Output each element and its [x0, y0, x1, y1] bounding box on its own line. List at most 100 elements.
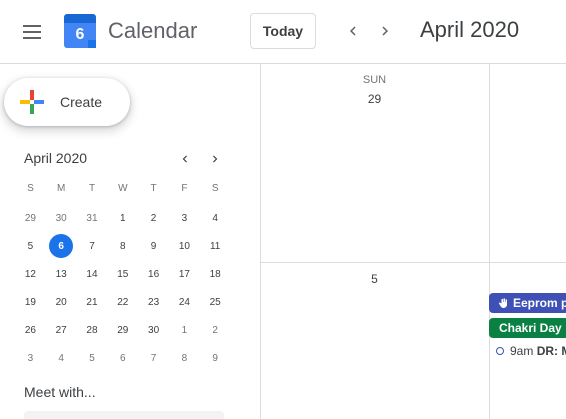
mini-calendar-week-row: 12 13 14 15 16 17 18 [15, 260, 231, 288]
mini-calendar-grid: S M T W T F S 29 30 31 1 2 3 4 5 6 7 8 9 10 11 12 13 14 1… [15, 176, 231, 372]
mini-calendar-day-number: 13 [55, 268, 67, 280]
mini-calendar-day[interactable]: 20 [46, 288, 77, 316]
mini-calendar-day[interactable]: 12 [15, 260, 46, 288]
mini-calendar-day-number: 8 [120, 240, 126, 252]
mini-calendar-month: April 2020 [24, 150, 88, 166]
mini-calendar-next-button[interactable] [204, 148, 226, 170]
mini-calendar-day[interactable]: 15 [107, 260, 138, 288]
mini-calendar-day-number: 15 [117, 268, 129, 280]
mini-calendar-day[interactable]: 29 [107, 316, 138, 344]
chevron-left-icon [182, 155, 187, 163]
mini-calendar-day-number: 30 [55, 212, 67, 224]
mini-calendar-day[interactable]: 6 [46, 232, 77, 260]
mini-calendar-day[interactable]: 29 [15, 204, 46, 232]
mini-calendar-day-number: 19 [24, 296, 36, 308]
mini-calendar-day-number: 9 [150, 240, 157, 252]
date-number[interactable]: 29 [260, 92, 489, 106]
mini-calendar-day[interactable]: 24 [169, 288, 200, 316]
mini-calendar-day[interactable]: 4 [46, 344, 77, 372]
event-title: Eeprom p [513, 296, 566, 310]
mini-calendar-day[interactable]: 16 [138, 260, 169, 288]
chevron-left-icon [350, 26, 356, 36]
mini-calendar-day-number: 8 [181, 352, 188, 364]
mini-calendar-prev-button[interactable] [174, 148, 196, 170]
mini-calendar-week-row: 3 4 5 6 7 8 9 [15, 344, 231, 372]
next-period-button[interactable] [371, 17, 399, 45]
mini-calendar-day[interactable]: 26 [15, 316, 46, 344]
mini-calendar-day-number: 7 [89, 240, 95, 252]
date-number[interactable]: 5 [260, 272, 489, 286]
meet-with-heading: Meet with... [24, 384, 96, 400]
event-chip[interactable]: Chakri Day [489, 318, 566, 338]
mini-calendar-day-number: 5 [27, 240, 34, 252]
weekday-header: S [211, 182, 219, 194]
mini-calendar-day-number: 22 [117, 296, 129, 308]
chevron-right-icon [382, 26, 388, 36]
mini-calendar-day-number: 1 [181, 324, 188, 336]
mini-calendar-day[interactable]: 10 [169, 232, 200, 260]
mini-calendar-day[interactable]: 8 [107, 232, 138, 260]
mini-calendar-day-number: 26 [24, 324, 36, 336]
mini-calendar-day[interactable]: 30 [46, 204, 77, 232]
mini-calendar-day[interactable]: 9 [200, 344, 231, 372]
mini-calendar-week-row: 19 20 21 22 23 24 25 [15, 288, 231, 316]
mini-calendar-day[interactable]: 25 [200, 288, 231, 316]
mini-calendar-day[interactable]: 22 [107, 288, 138, 316]
mini-calendar-day-number: 24 [178, 296, 190, 308]
mini-calendar-day-number: 3 [181, 212, 188, 224]
mini-calendar-day[interactable]: 2 [200, 316, 231, 344]
mini-calendar-day[interactable]: 21 [77, 288, 108, 316]
today-button[interactable]: Today [250, 13, 316, 49]
main-menu-icon[interactable] [12, 12, 52, 52]
mini-calendar-day[interactable]: 14 [77, 260, 108, 288]
mini-calendar-day[interactable]: 18 [200, 260, 231, 288]
mini-calendar-day-number: 6 [120, 352, 126, 364]
mini-calendar-day[interactable]: 9 [138, 232, 169, 260]
mini-calendar-day[interactable]: 1 [107, 204, 138, 232]
grid-divider [489, 64, 490, 419]
mini-calendar-day[interactable]: 8 [169, 344, 200, 372]
previous-period-button[interactable] [339, 17, 367, 45]
weekday-header: M [57, 182, 66, 194]
mini-calendar-day-number: 2 [150, 212, 157, 224]
mini-calendar-day-number: 21 [86, 296, 98, 308]
mini-calendar-day[interactable]: 5 [15, 232, 46, 260]
current-period-title: April 2020 [420, 17, 520, 42]
create-button[interactable]: Create [4, 78, 130, 126]
mini-calendar-day[interactable]: 19 [15, 288, 46, 316]
mini-calendar-week-row: 29 30 31 1 2 3 4 [15, 204, 231, 232]
mini-calendar-day-number: 7 [150, 352, 157, 364]
timed-event[interactable]: 9am DR: M [496, 344, 566, 358]
mini-calendar-day-number: 16 [148, 268, 160, 280]
mini-calendar-day[interactable]: 23 [138, 288, 169, 316]
mini-calendar-day[interactable]: 7 [138, 344, 169, 372]
mini-calendar-day[interactable]: 27 [46, 316, 77, 344]
top-app-bar: 6 Calendar Today April 2020 [0, 0, 566, 64]
mini-calendar-day[interactable]: 4 [200, 204, 231, 232]
mini-calendar-day[interactable]: 3 [169, 204, 200, 232]
mini-calendar-day[interactable]: 2 [138, 204, 169, 232]
mini-calendar-day-number: 31 [86, 212, 98, 224]
weekday-header: T [150, 182, 157, 194]
mini-calendar-day[interactable]: 11 [200, 232, 231, 260]
mini-calendar-day-number: 4 [212, 212, 218, 224]
mini-calendar-day[interactable]: 5 [77, 344, 108, 372]
event-chip[interactable]: Eeprom p [489, 293, 566, 313]
mini-calendar-day[interactable]: 30 [138, 316, 169, 344]
month-grid: SUN 29 5 Eeprom p Chakri Day 9am DR: M [260, 64, 566, 419]
mini-calendar-day-number: 20 [55, 296, 67, 308]
mini-calendar-day-number: 6 [49, 234, 74, 258]
meet-with-search-field[interactable] [24, 411, 224, 419]
mini-calendar-day[interactable]: 28 [77, 316, 108, 344]
calendar-logo-icon: 6 [64, 14, 96, 48]
mini-calendar-day[interactable]: 3 [15, 344, 46, 372]
plus-icon [20, 90, 44, 114]
mini-calendar-day[interactable]: 7 [77, 232, 108, 260]
mini-calendar-day-number: 17 [178, 268, 190, 280]
mini-calendar-day[interactable]: 17 [169, 260, 200, 288]
mini-calendar-day[interactable]: 6 [107, 344, 138, 372]
mini-calendar-day[interactable]: 31 [77, 204, 108, 232]
mini-calendar-day-number: 23 [148, 296, 160, 308]
mini-calendar-day[interactable]: 13 [46, 260, 77, 288]
mini-calendar-day[interactable]: 1 [169, 316, 200, 344]
